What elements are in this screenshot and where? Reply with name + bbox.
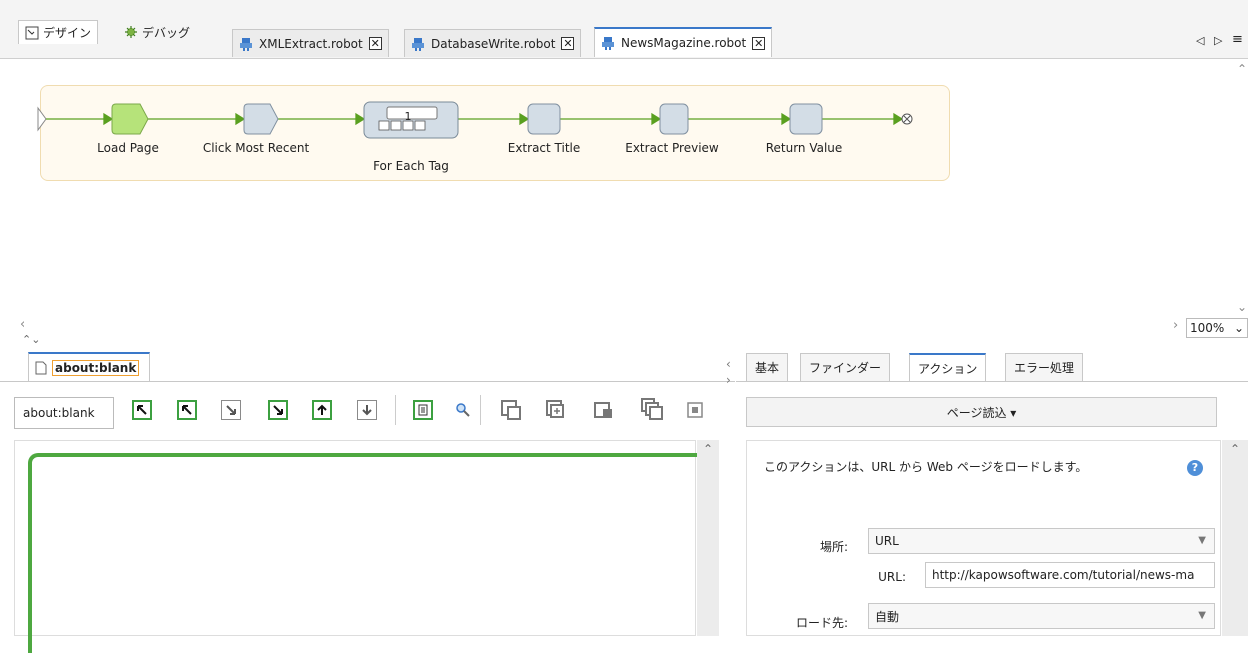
flow-connectors (46, 112, 904, 126)
flow-step-load-page (111, 103, 149, 135)
scroll-right-icon[interactable]: › (1173, 318, 1178, 333)
url-field[interactable]: http://kapowsoftware.com/tutorial/news-m… (925, 562, 1215, 588)
location-value: URL (875, 534, 899, 548)
select-down-right-icon[interactable] (221, 400, 241, 420)
flow-step-extract-preview (659, 103, 689, 135)
loop-counter: 1 (404, 110, 412, 123)
collapse-panel-icon[interactable]: ⌃⌄ (22, 333, 40, 346)
mode-tab-design[interactable]: デザイン (18, 20, 99, 44)
step-label-for-each-tag[interactable]: For Each Tag (373, 159, 449, 173)
location-select[interactable]: URL ▼ (868, 528, 1215, 554)
select-up-icon[interactable] (177, 400, 197, 420)
window-icon-1[interactable] (500, 399, 522, 424)
doc-tab-label: DatabaseWrite.robot (431, 36, 556, 51)
flow-step-extract-title (527, 103, 561, 135)
robot-icon (602, 37, 614, 50)
window-icon-2[interactable] (545, 399, 567, 424)
window-icon-3[interactable] (593, 399, 615, 424)
mode-tab-design-label: デザイン (43, 26, 92, 40)
scroll-up-icon[interactable]: ⌃ (1237, 62, 1247, 76)
divider (0, 381, 735, 382)
select-up-left-icon[interactable] (132, 400, 152, 420)
step-label-click-most-recent[interactable]: Click Most Recent (203, 141, 309, 155)
browser-scrollbar[interactable] (697, 440, 719, 636)
url-label: URL: (878, 570, 906, 584)
flow-diagram (37, 101, 913, 139)
zoom-select[interactable]: 100% ⌄ (1186, 318, 1248, 338)
step-label-extract-title[interactable]: Extract Title (508, 141, 581, 155)
dropdown-arrow-icon: ▼ (1198, 535, 1206, 546)
load-to-select[interactable]: 自動 ▼ (868, 603, 1215, 629)
doc-tab-xmlextract[interactable]: XMLExtract.robot ✕ (232, 29, 389, 57)
doc-tab-databasewrite[interactable]: DatabaseWrite.robot ✕ (404, 29, 582, 57)
zoom-value: 100% (1190, 321, 1225, 335)
robot-icon (240, 37, 252, 51)
tab-action-label: アクション (918, 361, 978, 376)
close-tab-icon[interactable]: ✕ (561, 37, 575, 50)
tab-error-handling-label: エラー処理 (1014, 361, 1075, 375)
help-icon[interactable]: ? (1187, 460, 1203, 476)
collapse-right-icon[interactable]: › (726, 373, 731, 387)
tab-finder[interactable]: ファインダー (800, 353, 891, 381)
tab-basic-label: 基本 (755, 361, 780, 375)
tab-error-handling[interactable]: エラー処理 (1005, 353, 1084, 381)
top-tab-bar: デザイン デバッグ XMLExtract.robot ✕ DatabaseWri… (0, 0, 1248, 59)
toolbar-separator (480, 395, 481, 425)
select-down-icon[interactable] (268, 400, 288, 420)
dropdown-arrow-icon: ▼ (1198, 610, 1206, 621)
action-dropdown[interactable]: ページ読込 ▾ (746, 397, 1217, 427)
select-parent-icon[interactable] (312, 400, 332, 420)
tab-prev-icon[interactable]: ◁ (1196, 34, 1204, 47)
mode-tab-debug[interactable]: デバッグ (118, 20, 196, 44)
url-value: http://kapowsoftware.com/tutorial/news-m… (932, 568, 1195, 582)
location-label: 場所: (819, 540, 848, 554)
flow-step-return-value (789, 103, 823, 135)
step-label-extract-preview[interactable]: Extract Preview (625, 141, 719, 155)
mode-tab-debug-label: デバッグ (142, 25, 191, 40)
window-icon-4[interactable] (640, 397, 664, 424)
close-tab-icon[interactable]: ✕ (752, 36, 766, 50)
address-value: about:blank (23, 406, 95, 420)
step-label-return-value[interactable]: Return Value (766, 141, 843, 155)
close-tab-icon[interactable]: ✕ (368, 37, 382, 50)
robot-icon (412, 37, 424, 51)
chevron-down-icon: ⌄ (1233, 321, 1244, 335)
tab-finder-label: ファインダー (809, 361, 882, 375)
doc-tab-newsmagazine[interactable]: NewsMagazine.robot ✕ (594, 27, 773, 57)
view-source-icon[interactable] (413, 400, 433, 420)
tab-list-icon[interactable]: ≡ (1232, 32, 1243, 47)
browser-tab-title: about:blank (52, 360, 140, 376)
window-icon-5[interactable] (686, 401, 704, 422)
doc-tab-label: NewsMagazine.robot (621, 36, 747, 50)
properties-scrollbar[interactable] (1222, 440, 1248, 636)
action-dropdown-label: ページ読込 ▾ (946, 405, 1017, 420)
collapse-left-icon[interactable]: ‹ (726, 357, 731, 371)
action-description: このアクションは、URL から Web ページをロードします。 (764, 460, 1088, 474)
tab-next-icon[interactable]: ▷ (1214, 34, 1222, 47)
flow-start-icon (37, 106, 47, 132)
divider (736, 381, 1248, 382)
address-field[interactable]: about:blank (14, 397, 114, 429)
scroll-left-icon[interactable]: ‹ (20, 317, 25, 332)
selected-element-outline (28, 453, 700, 653)
page-icon (35, 361, 47, 375)
load-to-label: ロード先: (795, 616, 848, 630)
tab-action[interactable]: アクション (909, 353, 987, 381)
scroll-down-icon[interactable]: ⌄ (1237, 300, 1247, 314)
tab-basic[interactable]: 基本 (746, 353, 789, 381)
browser-tab[interactable]: about:blank (28, 352, 150, 382)
select-child-icon[interactable] (357, 400, 377, 420)
doc-tab-label: XMLExtract.robot (259, 36, 363, 51)
toolbar-separator (395, 395, 396, 425)
step-label-load-page[interactable]: Load Page (97, 141, 159, 155)
load-to-value: 自動 (875, 609, 900, 624)
debug-icon (125, 26, 137, 38)
flow-step-click-most-recent (243, 103, 279, 135)
scroll-up-icon[interactable]: ⌃ (703, 442, 713, 456)
design-icon (25, 26, 39, 39)
search-icon[interactable] (455, 402, 471, 421)
scroll-up-icon[interactable]: ⌃ (1230, 442, 1240, 456)
